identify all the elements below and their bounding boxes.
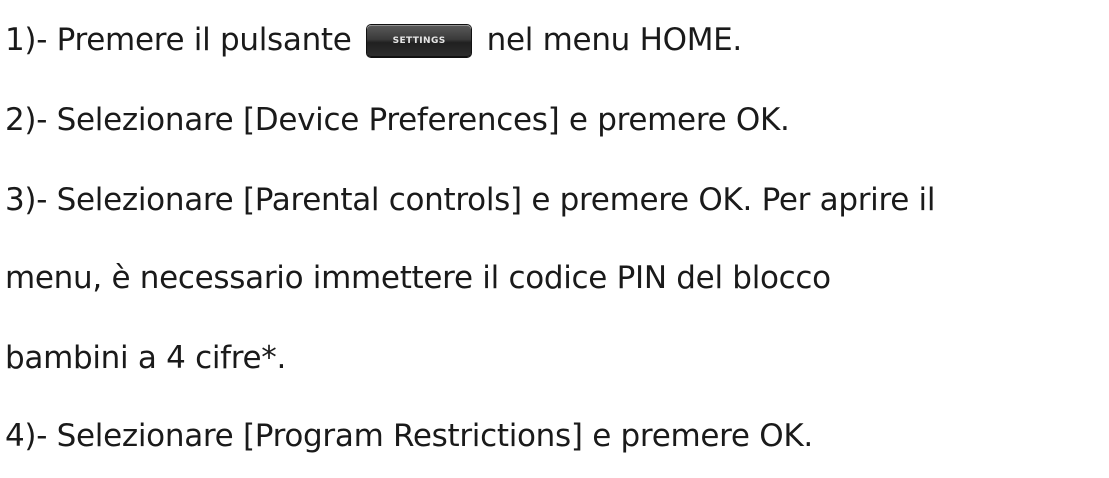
step-4: 4)- Selezionare [Program Restrictions] e… (5, 418, 813, 454)
step-1: 1)- Premere il pulsante SETTINGS nel men… (5, 20, 742, 60)
step-1-text-before: 1)- Premere il pulsante (5, 22, 352, 58)
step-1-text-after: nel menu HOME. (486, 22, 743, 58)
step-3-line-3: bambini a 4 cifre*. (5, 340, 287, 376)
instruction-document: 1)- Premere il pulsante SETTINGS nel men… (0, 0, 1109, 478)
step-3-line-2: menu, è necessario immettere il codice P… (5, 260, 831, 296)
settings-button-image: SETTINGS (367, 25, 472, 57)
step-3-line-1: 3)- Selezionare [Parental controls] e pr… (5, 182, 936, 218)
step-2: 2)- Selezionare [Device Preferences] e p… (5, 102, 790, 138)
